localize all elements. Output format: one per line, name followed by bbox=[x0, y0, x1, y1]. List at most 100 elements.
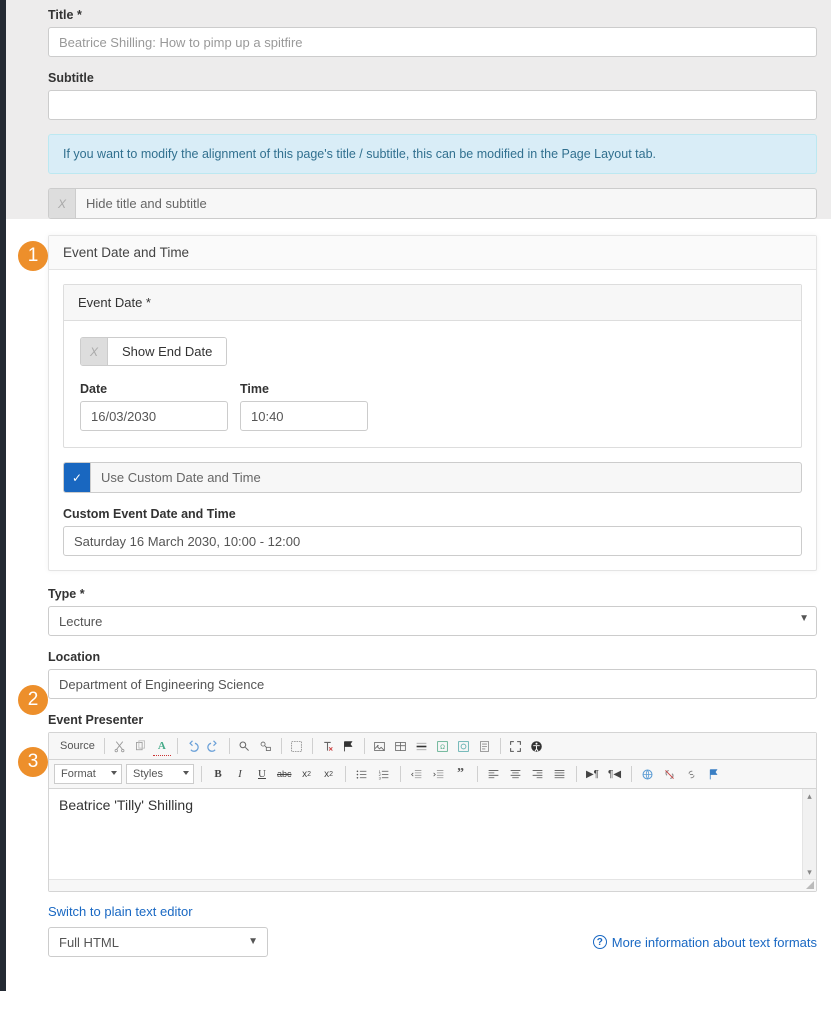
aligncenter-icon bbox=[509, 768, 522, 781]
alignjustify-button[interactable] bbox=[551, 765, 569, 783]
underline-button[interactable]: U bbox=[253, 765, 271, 783]
accessibility-button[interactable] bbox=[528, 737, 546, 755]
subscript-button[interactable]: x2 bbox=[298, 765, 316, 783]
unlink-icon bbox=[663, 768, 676, 781]
scroll-up-icon[interactable]: ▴ bbox=[803, 789, 816, 803]
title-section: Title * Subtitle If you want to modify t… bbox=[6, 0, 831, 219]
ltr-button[interactable]: ▶¶ bbox=[584, 765, 602, 783]
source-button[interactable]: Source bbox=[54, 739, 98, 753]
image-icon bbox=[373, 740, 386, 753]
numberlist-button[interactable]: 123 bbox=[375, 765, 393, 783]
hr-button[interactable] bbox=[413, 737, 431, 755]
anchor-button[interactable] bbox=[683, 765, 701, 783]
chevron-down-icon bbox=[183, 771, 189, 775]
flag-button[interactable] bbox=[340, 737, 358, 755]
editor-resize-grip[interactable] bbox=[49, 879, 816, 891]
anchor-flag-button[interactable] bbox=[705, 765, 723, 783]
replace-icon bbox=[259, 740, 272, 753]
type-label: Type * bbox=[48, 587, 817, 601]
alignright-icon bbox=[531, 768, 544, 781]
link-button[interactable] bbox=[639, 765, 657, 783]
replace-button[interactable] bbox=[257, 737, 275, 755]
templates-button[interactable] bbox=[476, 737, 494, 755]
custom-datetime-input[interactable] bbox=[63, 526, 802, 556]
redo-button[interactable] bbox=[205, 737, 223, 755]
cut-button[interactable] bbox=[111, 737, 129, 755]
rich-text-editor: Source A bbox=[48, 732, 817, 892]
hide-title-checkbox[interactable]: X bbox=[49, 189, 76, 218]
hr-icon bbox=[415, 740, 428, 753]
unlink-button[interactable] bbox=[661, 765, 679, 783]
cut-icon bbox=[113, 740, 126, 753]
table-icon bbox=[394, 740, 407, 753]
editor-scrollbar[interactable]: ▴ ▾ bbox=[802, 789, 816, 879]
custom-datetime-label: Custom Event Date and Time bbox=[63, 507, 802, 521]
indent-button[interactable] bbox=[430, 765, 448, 783]
text-format-select[interactable]: Full HTML bbox=[48, 927, 268, 957]
use-custom-datetime-checkbox[interactable]: ✓ bbox=[64, 463, 91, 492]
bulletlist-button[interactable] bbox=[353, 765, 371, 783]
show-end-date-label: Show End Date bbox=[108, 338, 226, 365]
link-icon bbox=[641, 768, 654, 781]
undo-button[interactable] bbox=[184, 737, 202, 755]
copy-button[interactable] bbox=[132, 737, 150, 755]
removeformat-button[interactable] bbox=[319, 737, 337, 755]
removeformat-icon bbox=[321, 740, 334, 753]
title-input[interactable] bbox=[48, 27, 817, 57]
outdent-icon bbox=[410, 768, 423, 781]
subtitle-input[interactable] bbox=[48, 90, 817, 120]
subtitle-label: Subtitle bbox=[48, 71, 817, 85]
rtl-button[interactable]: ¶◀ bbox=[606, 765, 624, 783]
flag-icon bbox=[342, 740, 355, 753]
editor-toolbar-row-1: Source A bbox=[49, 733, 816, 760]
bold-button[interactable]: B bbox=[209, 765, 227, 783]
text-format-info-link[interactable]: ? More information about text formats bbox=[593, 935, 817, 950]
main-section: 1 Event Date and Time Event Date * X Sho… bbox=[6, 235, 831, 991]
location-input[interactable] bbox=[48, 669, 817, 699]
event-datetime-heading: Event Date and Time bbox=[49, 236, 816, 270]
anchor-icon bbox=[685, 768, 698, 781]
date-input[interactable] bbox=[80, 401, 228, 431]
indent-icon bbox=[432, 768, 445, 781]
spellcheck-button[interactable]: A bbox=[153, 737, 171, 755]
aligncenter-button[interactable] bbox=[507, 765, 525, 783]
svg-text:3: 3 bbox=[379, 775, 382, 780]
styles-combo[interactable]: Styles bbox=[126, 764, 194, 784]
iframe-button[interactable] bbox=[455, 737, 473, 755]
date-label: Date bbox=[80, 382, 228, 396]
hide-title-toggle[interactable]: X Hide title and subtitle bbox=[48, 188, 817, 219]
image-button[interactable] bbox=[371, 737, 389, 755]
blockquote-button[interactable]: ” bbox=[452, 765, 470, 783]
outdent-button[interactable] bbox=[408, 765, 426, 783]
specialchar-button[interactable]: Ω bbox=[434, 737, 452, 755]
find-button[interactable] bbox=[236, 737, 254, 755]
presenter-label: Event Presenter bbox=[48, 713, 817, 727]
specialchar-icon: Ω bbox=[436, 740, 449, 753]
use-custom-datetime-toggle[interactable]: ✓ Use Custom Date and Time bbox=[63, 462, 802, 493]
alignright-button[interactable] bbox=[529, 765, 547, 783]
table-button[interactable] bbox=[392, 737, 410, 755]
alignleft-icon bbox=[487, 768, 500, 781]
show-end-date-checkbox[interactable]: X bbox=[81, 338, 108, 365]
superscript-button[interactable]: x2 bbox=[320, 765, 338, 783]
format-combo[interactable]: Format bbox=[54, 764, 122, 784]
selectall-icon bbox=[290, 740, 303, 753]
chevron-down-icon bbox=[111, 771, 117, 775]
accessibility-icon bbox=[530, 740, 543, 753]
italic-button[interactable]: I bbox=[231, 765, 249, 783]
switch-editor-link[interactable]: Switch to plain text editor bbox=[48, 904, 193, 919]
scroll-down-icon[interactable]: ▾ bbox=[803, 865, 816, 879]
strike-button[interactable]: abc bbox=[275, 765, 294, 783]
editor-content[interactable]: Beatrice 'Tilly' Shilling ▴ ▾ bbox=[49, 789, 816, 879]
type-select[interactable]: Lecture bbox=[48, 606, 817, 636]
time-input[interactable] bbox=[240, 401, 368, 431]
info-icon: ? bbox=[593, 935, 607, 949]
maximize-button[interactable] bbox=[507, 737, 525, 755]
event-date-heading: Event Date * bbox=[64, 285, 801, 321]
selectall-button[interactable] bbox=[288, 737, 306, 755]
undo-icon bbox=[186, 740, 199, 753]
show-end-date-toggle[interactable]: X Show End Date bbox=[80, 337, 227, 366]
alignleft-button[interactable] bbox=[485, 765, 503, 783]
title-label: Title * bbox=[48, 8, 817, 22]
alignjustify-icon bbox=[553, 768, 566, 781]
